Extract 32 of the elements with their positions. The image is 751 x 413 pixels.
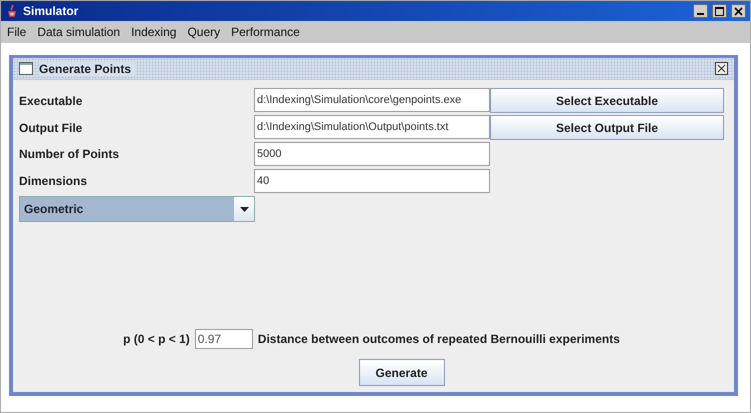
close-icon[interactable] xyxy=(715,62,728,75)
distribution-dropdown[interactable]: Geometric xyxy=(19,196,255,222)
menu-item[interactable]: File xyxy=(7,25,26,39)
minimize-button[interactable] xyxy=(693,4,708,18)
parameter-field[interactable]: 0.97 xyxy=(194,329,253,349)
close-icon xyxy=(734,6,743,16)
window-icon xyxy=(19,62,33,75)
select-button[interactable]: Select Executable xyxy=(490,88,724,113)
parameter-label: p (0 < p < 1) xyxy=(123,332,190,346)
app-icon xyxy=(5,4,19,18)
caret-icon xyxy=(240,206,248,212)
generate-button[interactable]: Generate xyxy=(358,359,444,386)
select-button[interactable]: Select Output File xyxy=(490,115,724,140)
minimize-icon xyxy=(697,13,704,15)
field-label: Output File xyxy=(19,120,84,134)
text-field[interactable]: 5000 xyxy=(254,142,490,166)
maximize-icon xyxy=(715,6,724,16)
field-label: Dimensions xyxy=(19,174,88,188)
parameter-description: Distance between outcomes of repeated Bernouilli experiments xyxy=(258,332,620,346)
text-field[interactable]: 40 xyxy=(254,169,490,193)
close-button[interactable] xyxy=(731,4,746,18)
text-field[interactable]: d:\Indexing\Simulation\core\genpoints.exe xyxy=(254,88,490,112)
text-field[interactable]: d:\Indexing\Simulation\Output\points.txt xyxy=(254,115,490,139)
frame-title: Generate Points xyxy=(39,62,136,76)
menu-item[interactable]: Data simulation xyxy=(37,25,120,39)
menu-item[interactable]: Indexing xyxy=(131,25,176,39)
field-label: Number of Points xyxy=(19,147,120,161)
menu-item[interactable]: Performance xyxy=(231,25,300,39)
maximize-button[interactable] xyxy=(712,4,727,18)
window-title: Simulator xyxy=(23,4,80,18)
field-label: Executable xyxy=(19,94,84,108)
menu-item[interactable]: Query xyxy=(187,25,220,39)
